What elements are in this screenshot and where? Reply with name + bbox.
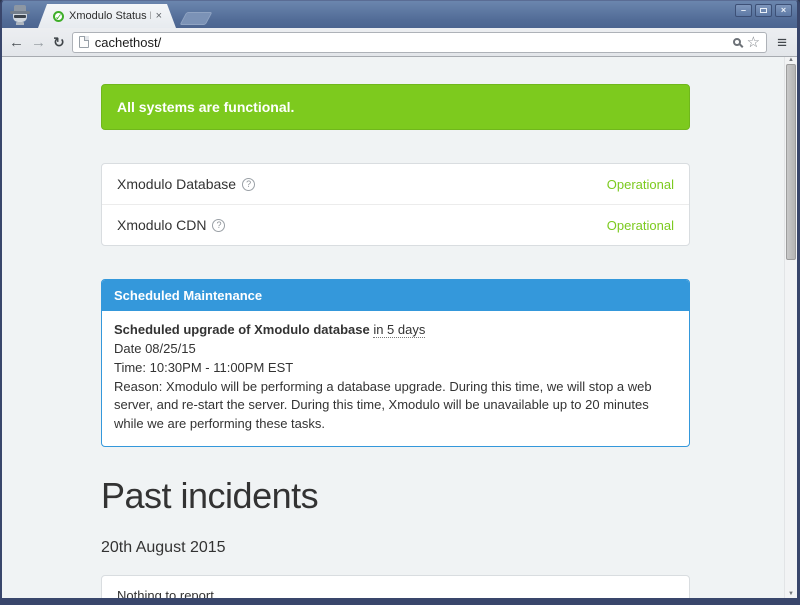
status-check-favicon-icon: ✓	[55, 11, 63, 22]
past-incidents-heading: Past incidents	[101, 475, 319, 517]
component-name-text: Xmodulo CDN	[117, 217, 207, 233]
tab-close-icon[interactable]: ×	[156, 11, 162, 22]
component-name-text: Xmodulo Database	[117, 176, 237, 192]
menu-icon[interactable]: ≡	[774, 34, 790, 51]
scheduled-maintenance-panel: Scheduled Maintenance Scheduled upgrade …	[101, 279, 690, 448]
nothing-to-report-panel: Nothing to report	[101, 575, 690, 598]
minimize-button[interactable]: –	[735, 4, 752, 17]
help-icon[interactable]: ?	[242, 177, 256, 191]
page-icon	[78, 36, 89, 48]
vertical-scrollbar[interactable]: ▲ ▼	[784, 57, 797, 598]
page-content: All systems are functional. Xmodulo Data…	[2, 57, 797, 598]
component-status-badge: Operational	[606, 176, 674, 192]
help-icon[interactable]: ?	[212, 218, 226, 232]
status-page-container: All systems are functional. Xmodulo Data…	[101, 57, 690, 598]
back-button[interactable]: ←	[9, 35, 24, 50]
incognito-icon	[9, 5, 31, 25]
components-panel: Xmodulo Database ? Operational Xmodulo C…	[101, 163, 690, 246]
reload-button[interactable]: ↻	[53, 34, 65, 51]
bookmark-star-icon[interactable]: ☆	[747, 35, 760, 50]
close-icon: ×	[780, 5, 787, 15]
nothing-to-report-text: Nothing to report	[117, 588, 214, 598]
component-row-cdn: Xmodulo CDN ? Operational	[102, 204, 689, 245]
component-status-badge: Operational	[606, 217, 674, 233]
system-status-text: All systems are functional.	[117, 99, 295, 115]
scrollbar-thumb[interactable]	[786, 64, 796, 260]
component-name: Xmodulo CDN ?	[117, 217, 226, 233]
zoom-icon[interactable]	[732, 38, 741, 46]
scroll-down-icon[interactable]: ▼	[785, 591, 797, 597]
tab-strip: ✓ Xmodulo Status Pag ×	[38, 1, 213, 28]
maintenance-eta[interactable]: in 5 days	[373, 322, 426, 338]
maintenance-title-line: Scheduled upgrade of Xmodulo database in…	[114, 321, 677, 340]
component-row-database: Xmodulo Database ? Operational	[102, 164, 689, 204]
tab-title: Xmodulo Status Pag	[69, 10, 147, 22]
tab-xmodulo-status[interactable]: ✓ Xmodulo Status Pag ×	[38, 4, 176, 28]
maintenance-header: Scheduled Maintenance	[102, 280, 689, 311]
titlebar: ✓ Xmodulo Status Pag × – ×	[2, 1, 797, 28]
forward-button[interactable]: →	[31, 35, 46, 50]
scroll-up-icon[interactable]: ▲	[785, 57, 797, 63]
maintenance-reason-line: Reason: Xmodulo will be performing a dat…	[114, 378, 652, 432]
window-controls: – ×	[735, 4, 792, 17]
browser-window: ✓ Xmodulo Status Pag × – × ← → ↻ cacheth…	[0, 0, 800, 605]
system-status-banner: All systems are functional.	[101, 84, 690, 130]
past-incidents-date: 20th August 2015	[101, 539, 226, 557]
maintenance-date-line: Date 08/25/15	[114, 340, 196, 356]
url-text[interactable]: cachethost/	[95, 35, 162, 50]
component-name: Xmodulo Database ?	[117, 176, 256, 192]
minimize-icon: –	[740, 5, 746, 15]
browser-toolbar: ← → ↻ cachethost/ ☆ ≡	[2, 28, 797, 57]
close-button[interactable]: ×	[775, 4, 792, 17]
maintenance-title: Scheduled upgrade of Xmodulo database	[114, 322, 370, 337]
maintenance-body: Scheduled upgrade of Xmodulo database in…	[102, 311, 689, 446]
new-tab-button[interactable]	[179, 12, 213, 25]
address-bar[interactable]: cachethost/ ☆	[71, 31, 768, 53]
maximize-icon	[760, 8, 767, 13]
maximize-button[interactable]	[755, 4, 772, 17]
maintenance-time-line: Time: 10:30PM - 11:00PM EST	[114, 359, 294, 375]
